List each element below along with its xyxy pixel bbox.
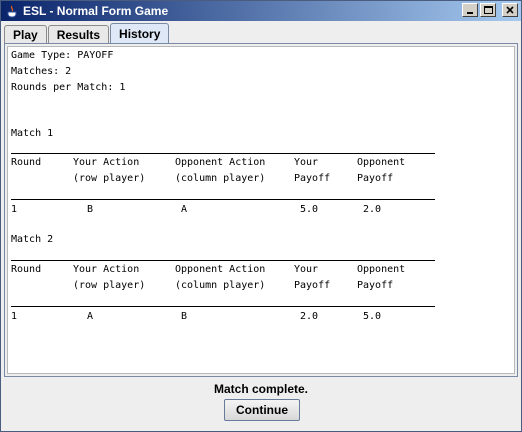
maximize-button[interactable] (480, 3, 496, 17)
divider (11, 199, 435, 200)
java-cup-icon (5, 4, 19, 18)
table-row-opp-payoff: 5.0 (363, 311, 382, 322)
table-row-opp-payoff: 2.0 (363, 204, 382, 215)
header-your-payoff: Your (294, 264, 319, 275)
matches-line: Matches: 2 (11, 66, 72, 77)
match-2-title: Match 2 (11, 234, 54, 245)
tab-play[interactable]: Play (4, 25, 47, 43)
game-type-line: Game Type: PAYOFF (11, 50, 114, 61)
table-row-your-payoff: 2.0 (300, 311, 319, 322)
header-opp-payoff: Opponent (357, 264, 406, 275)
divider (11, 306, 435, 307)
continue-button[interactable]: Continue (224, 399, 300, 421)
header-round: Round (11, 157, 42, 168)
tab-results-label: Results (56, 27, 101, 42)
header-opp-action: Opponent Action (175, 157, 266, 168)
close-icon (506, 6, 514, 14)
minimize-icon (467, 12, 473, 14)
title-bar[interactable]: ESL - Normal Form Game (1, 1, 521, 21)
header-your-payoff-sub: Payoff (294, 173, 331, 184)
table-row-round: 1 (11, 204, 18, 215)
table-row-your-payoff: 5.0 (300, 204, 319, 215)
header-your-payoff-sub: Payoff (294, 280, 331, 291)
header-your-action: Your Action (73, 157, 140, 168)
header-opp-action: Opponent Action (175, 264, 266, 275)
game-window: ESL - Normal Form Game Play Results Hist… (0, 0, 522, 432)
maximize-icon (483, 6, 493, 14)
window-title: ESL - Normal Form Game (23, 4, 169, 18)
header-your-action-sub: (row player) (73, 280, 146, 291)
close-button[interactable] (502, 3, 518, 17)
header-your-action-sub: (row player) (73, 173, 146, 184)
header-opp-action-sub: (column player) (175, 173, 266, 184)
header-opp-payoff-sub: Payoff (357, 173, 394, 184)
header-your-payoff: Your (294, 157, 319, 168)
tab-history[interactable]: History (110, 23, 170, 43)
header-opp-action-sub: (column player) (175, 280, 266, 291)
tab-strip: Play Results History (4, 23, 170, 43)
history-panel: Game Type: PAYOFF Matches: 2 Rounds per … (4, 43, 518, 377)
header-round: Round (11, 264, 42, 275)
table-row-your-action: A (87, 311, 94, 322)
tab-results[interactable]: Results (47, 25, 110, 43)
tab-history-label: History (119, 26, 161, 41)
header-opp-payoff: Opponent (357, 157, 406, 168)
table-row-your-action: B (87, 204, 94, 215)
match-1-title: Match 1 (11, 128, 54, 139)
header-opp-payoff-sub: Payoff (357, 280, 394, 291)
minimize-button[interactable] (462, 3, 478, 17)
divider (11, 260, 435, 261)
table-row-opp-action: A (181, 204, 188, 215)
divider (11, 153, 435, 154)
header-your-action: Your Action (73, 264, 140, 275)
history-text-area[interactable]: Game Type: PAYOFF Matches: 2 Rounds per … (7, 46, 515, 374)
rounds-line: Rounds per Match: 1 (11, 82, 126, 93)
tab-play-label: Play (13, 27, 38, 42)
table-row-opp-action: B (181, 311, 188, 322)
status-message: Match complete. (213, 382, 309, 396)
table-row-round: 1 (11, 311, 18, 322)
